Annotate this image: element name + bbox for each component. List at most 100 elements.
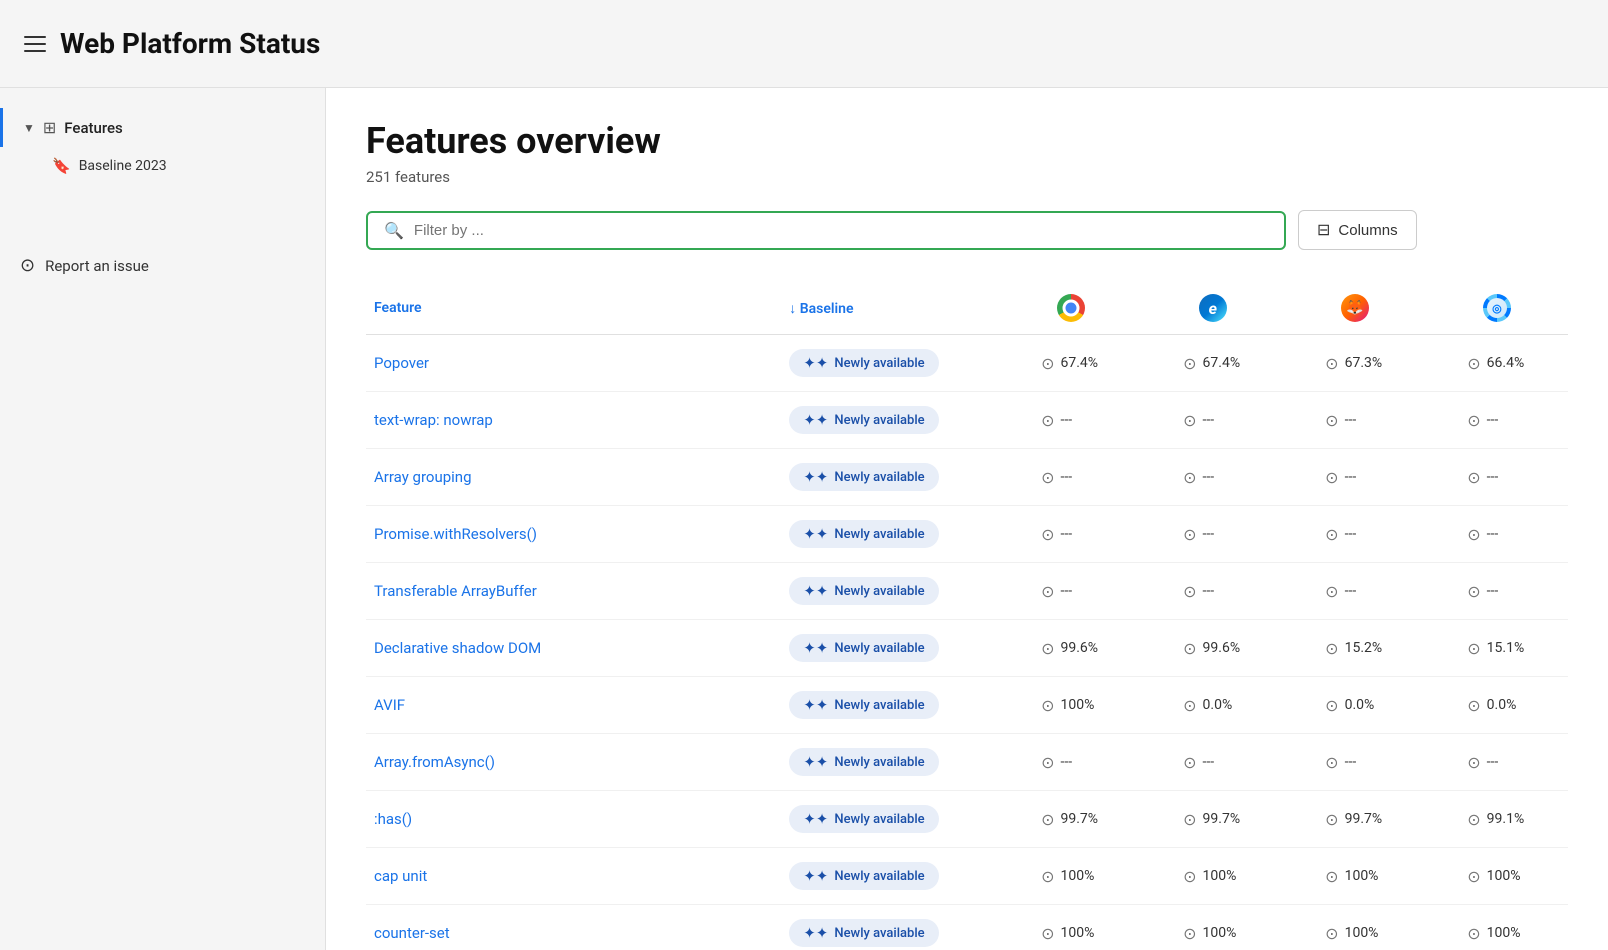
check-icon: ⊙ <box>1467 753 1480 772</box>
safari-cell: ⊙--- <box>1426 392 1568 449</box>
newly-available-badge: ✦✦Newly available <box>789 862 938 890</box>
chrome-pct: 99.7% <box>1060 811 1100 827</box>
feature-cell: AVIF <box>366 677 781 734</box>
feature-link[interactable]: AVIF <box>374 696 405 714</box>
baseline-cell: ✦✦Newly available <box>781 335 1000 392</box>
edge-cell: ⊙ 99.6% <box>1142 620 1284 677</box>
hamburger-menu[interactable] <box>24 36 46 52</box>
sidebar-item-features[interactable]: ▼ ⊞ Features <box>0 108 325 147</box>
newly-available-badge: ✦✦Newly available <box>789 463 938 491</box>
baseline-cell: ✦✦Newly available <box>781 734 1000 791</box>
check-icon: ⊙ <box>1041 867 1054 886</box>
feature-link[interactable]: Promise.withResolvers() <box>374 525 537 543</box>
safari-pct: 0.0% <box>1487 697 1527 713</box>
chrome-pct: --- <box>1060 412 1100 428</box>
feature-link[interactable]: Array grouping <box>374 468 472 486</box>
col-header-baseline[interactable]: ↓ Baseline <box>781 282 1000 335</box>
feature-link[interactable]: text-wrap: nowrap <box>374 411 493 429</box>
edge-cell: ⊙--- <box>1142 449 1284 506</box>
check-icon: ⊙ <box>1325 867 1338 886</box>
firefox-pct: --- <box>1345 754 1385 770</box>
table-row: AVIF✦✦Newly available⊙100%⊙0.0%⊙0.0%⊙0.0… <box>366 677 1568 734</box>
baseline-cell: ✦✦Newly available <box>781 449 1000 506</box>
firefox-pct: 100% <box>1345 868 1385 884</box>
feature-cell: text-wrap: nowrap <box>366 392 781 449</box>
edge-pct: 100% <box>1203 868 1243 884</box>
sidebar-item-baseline[interactable]: 🔖 Baseline 2023 <box>0 147 325 185</box>
feature-cell: Transferable ArrayBuffer <box>366 563 781 620</box>
chrome-pct: 99.6% <box>1060 640 1100 656</box>
newly-available-badge: ✦✦Newly available <box>789 919 938 947</box>
baseline-cell: ✦✦Newly available <box>781 905 1000 950</box>
chrome-cell: ⊙100% <box>1000 848 1142 905</box>
firefox-icon: 🦊 <box>1341 294 1369 322</box>
report-label: Report an issue <box>45 257 149 275</box>
chrome-pct: 67.4% <box>1060 355 1100 371</box>
check-icon: ⊙ <box>1041 354 1054 373</box>
feature-cell: Declarative shadow DOM <box>366 620 781 677</box>
check-icon: ⊙ <box>1325 354 1338 373</box>
newly-label: Newly available <box>834 869 924 884</box>
check-icon: ⊙ <box>1325 525 1338 544</box>
newly-available-badge: ✦✦Newly available <box>789 406 938 434</box>
sparkle-icon: ✦✦ <box>803 411 828 429</box>
filter-input-wrap: 🔍 <box>366 211 1286 250</box>
check-icon: ⊙ <box>1041 525 1054 544</box>
check-icon: ⊙ <box>1041 411 1054 430</box>
safari-pct: --- <box>1487 583 1527 599</box>
features-label: Features <box>64 119 122 137</box>
edge-icon: e <box>1199 294 1227 322</box>
feature-link[interactable]: :has() <box>374 810 412 828</box>
feature-link[interactable]: Transferable ArrayBuffer <box>374 582 537 600</box>
chrome-cell: ⊙--- <box>1000 449 1142 506</box>
filter-input[interactable] <box>414 222 1268 239</box>
check-icon: ⊙ <box>1325 924 1338 943</box>
check-icon: ⊙ <box>1183 639 1196 658</box>
check-icon: ⊙ <box>1183 411 1196 430</box>
edge-pct: 99.6% <box>1203 640 1243 656</box>
feature-link[interactable]: cap unit <box>374 867 427 885</box>
features-table: Feature ↓ Baseline e 🦊 <box>366 282 1568 950</box>
feature-cell: cap unit <box>366 848 781 905</box>
feature-link[interactable]: Array.fromAsync() <box>374 753 495 771</box>
check-icon: ⊙ <box>1325 582 1338 601</box>
grid-icon: ⊞ <box>43 118 56 137</box>
feature-cell: Popover <box>366 335 781 392</box>
page-title: Features overview <box>366 120 1568 162</box>
chrome-pct: 100% <box>1060 697 1100 713</box>
chrome-cell: ⊙99.6% <box>1000 620 1142 677</box>
safari-pct: 100% <box>1487 868 1527 884</box>
newly-label: Newly available <box>834 641 924 656</box>
check-icon: ⊙ <box>1325 753 1338 772</box>
check-icon: ⊙ <box>1183 753 1196 772</box>
columns-button[interactable]: ⊟ Columns <box>1298 210 1417 250</box>
sparkle-icon: ✦✦ <box>803 924 828 942</box>
check-icon: ⊙ <box>1325 810 1338 829</box>
table-row: Array.fromAsync()✦✦Newly available⊙---⊙-… <box>366 734 1568 791</box>
newly-label: Newly available <box>834 755 924 770</box>
chrome-cell: ⊙--- <box>1000 506 1142 563</box>
baseline-cell: ✦✦Newly available <box>781 392 1000 449</box>
firefox-cell: ⊙15.2% <box>1284 620 1426 677</box>
check-icon: ⊙ <box>1467 924 1480 943</box>
firefox-pct: --- <box>1345 412 1385 428</box>
sidebar-item-report[interactable]: ⊙ Report an issue <box>0 245 325 286</box>
col-header-feature[interactable]: Feature <box>366 282 781 335</box>
newly-label: Newly available <box>834 812 924 827</box>
feature-link[interactable]: counter-set <box>374 924 450 942</box>
firefox-pct: 99.7% <box>1345 811 1385 827</box>
col-header-edge: e <box>1142 282 1284 335</box>
app-header: Web Platform Status <box>0 0 1608 88</box>
edge-cell: ⊙0.0% <box>1142 677 1284 734</box>
newly-available-badge: ✦✦Newly available <box>789 349 938 377</box>
feature-count: 251 features <box>366 168 1568 186</box>
feature-link[interactable]: Popover <box>374 354 429 372</box>
check-icon: ⊙ <box>1467 867 1480 886</box>
check-icon: ⊙ <box>1467 525 1480 544</box>
firefox-pct: --- <box>1345 526 1385 542</box>
newly-available-badge: ✦✦Newly available <box>789 805 938 833</box>
feature-link[interactable]: Declarative shadow DOM <box>374 639 541 657</box>
edge-cell: ⊙67.4% <box>1142 335 1284 392</box>
sparkle-icon: ✦✦ <box>803 468 828 486</box>
table-row: text-wrap: nowrap✦✦Newly available⊙---⊙-… <box>366 392 1568 449</box>
